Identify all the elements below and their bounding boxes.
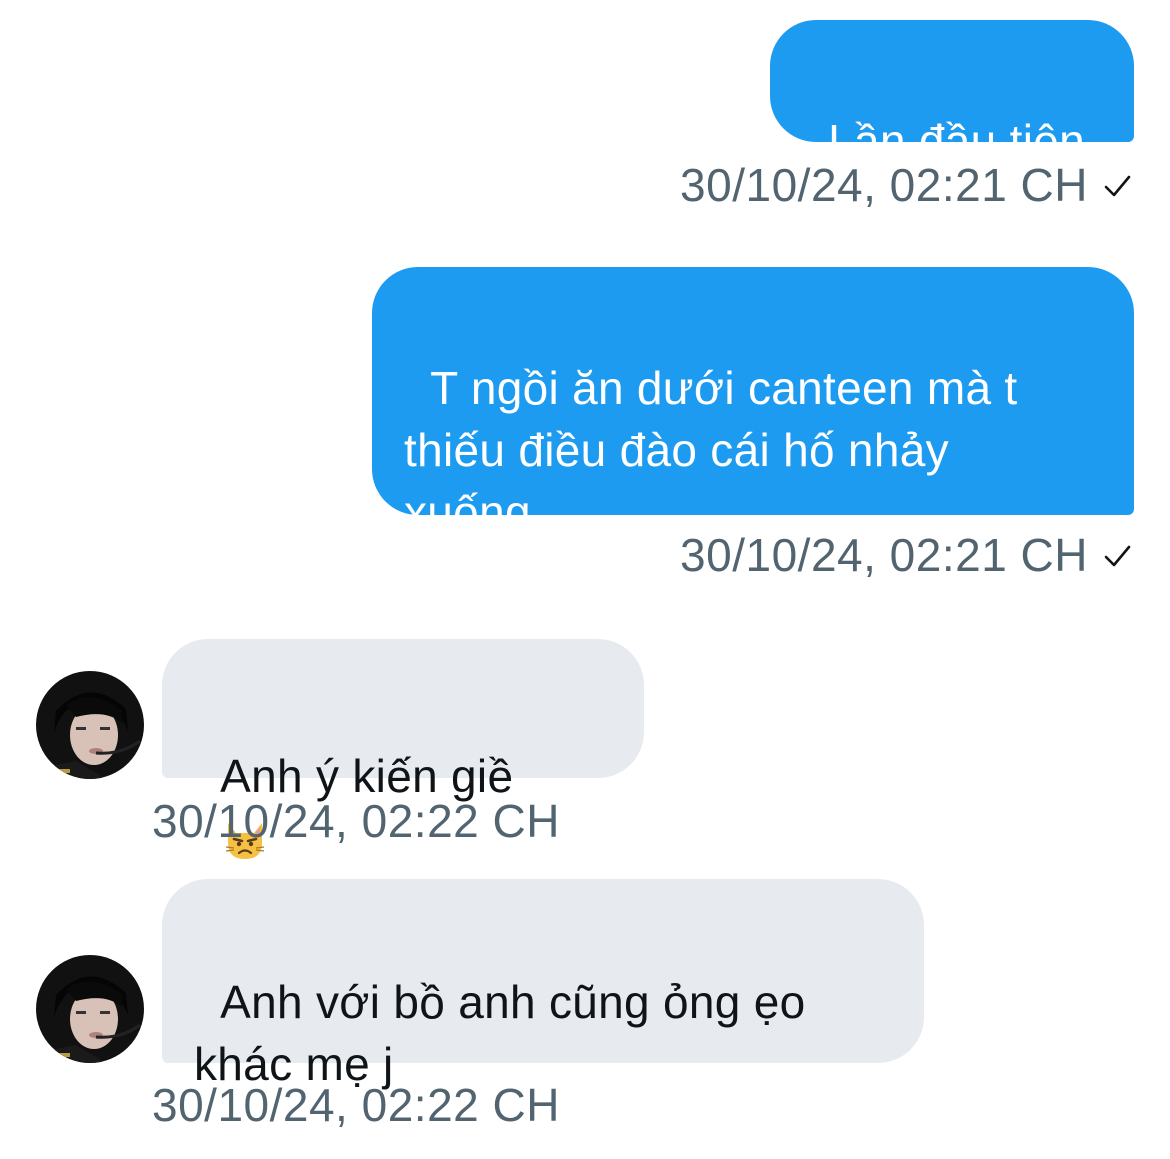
message-meta: 30/10/24, 02:22 CH <box>152 794 560 848</box>
message-text: T ngồi ăn dưới canteen mà t thiếu điều đ… <box>404 362 1018 538</box>
avatar-icon[interactable] <box>36 671 144 779</box>
message-text: Anh với bồ anh cũng ỏng ẹo khác mẹ j <box>194 976 806 1090</box>
checkmark-icon <box>1104 545 1131 567</box>
message-timestamp: 30/10/24, 02:21 CH <box>680 529 1088 581</box>
message-timestamp: 30/10/24, 02:22 CH <box>152 1079 560 1131</box>
message-timestamp: 30/10/24, 02:21 CH <box>680 159 1088 211</box>
message-meta: 30/10/24, 02:21 CH <box>680 158 1132 212</box>
message-meta: 30/10/24, 02:22 CH <box>152 1078 560 1132</box>
message-bubble-outgoing[interactable]: Lần đầu tiên <box>770 20 1134 167</box>
message-timestamp: 30/10/24, 02:22 CH <box>152 795 560 847</box>
avatar-icon[interactable] <box>36 955 144 1063</box>
message-bubble-incoming[interactable]: Anh ý kiến giề <box>162 639 644 859</box>
checkmark-icon <box>1104 175 1131 197</box>
message-bubble-outgoing[interactable]: T ngồi ăn dưới canteen mà t thiếu điều đ… <box>372 267 1134 538</box>
message-meta: 30/10/24, 02:21 CH <box>680 528 1132 582</box>
message-bubble-incoming[interactable]: Anh với bồ anh cũng ỏng ẹo khác mẹ j <box>162 879 924 1090</box>
